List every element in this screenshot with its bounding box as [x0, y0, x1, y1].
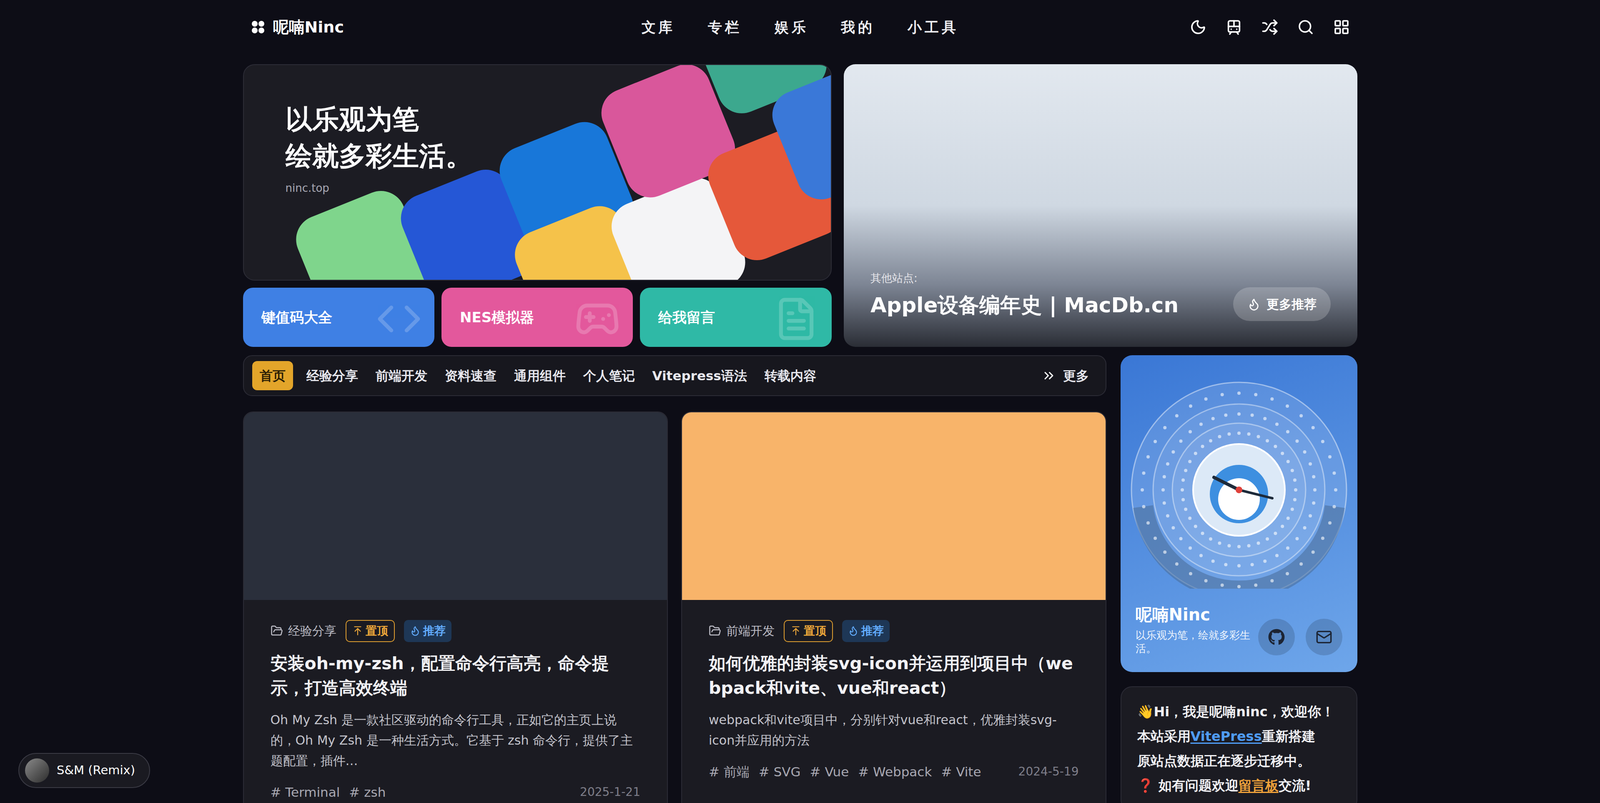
mail-button[interactable]: [1305, 618, 1343, 656]
category-tab[interactable]: 首页: [252, 361, 294, 391]
folder-icon: [270, 624, 284, 637]
post-tag[interactable]: # zsh: [348, 782, 386, 803]
featured-title: Apple设备编年史 | MacDb.cn: [870, 289, 1179, 322]
post-date: 2024-5-19: [1018, 762, 1079, 781]
quick-link-decor-icon: [376, 295, 422, 342]
post-tag[interactable]: # Vite: [940, 762, 981, 782]
post-cover: [243, 412, 668, 600]
pin-top-icon: [352, 625, 364, 637]
notice-line: 👋Hi，我是呢喃ninc，欢迎你！: [1137, 699, 1341, 725]
post-cover: [682, 412, 1106, 600]
mail-icon: [1315, 628, 1333, 646]
grid-icon[interactable]: [1333, 18, 1350, 36]
flame-icon: [409, 625, 421, 637]
flame-icon: [847, 625, 859, 637]
nav-menu-item[interactable]: 文库: [641, 16, 676, 38]
post-excerpt: webpack和vite项目中，分别针对vue和react，优雅封装svg-ic…: [708, 709, 1079, 751]
quick-link-decor-icon: [773, 295, 820, 342]
music-player[interactable]: S&M (Remix): [18, 752, 151, 788]
flame-icon: [1247, 297, 1261, 311]
notice-line: 原站点数据正在逐步迁移中。: [1137, 748, 1341, 774]
post-tag[interactable]: # SVG: [758, 762, 801, 782]
folder-icon: [708, 624, 722, 637]
moon-icon[interactable]: [1189, 18, 1207, 36]
recommended-badge: 推荐: [842, 619, 890, 643]
profile-name: 呢喃Ninc: [1135, 601, 1252, 627]
shuffle-icon[interactable]: [1261, 18, 1279, 36]
banner-site: ninc.top: [285, 180, 790, 197]
chevrons-right-icon: [1041, 368, 1057, 384]
notice-link[interactable]: 留言板: [1238, 777, 1279, 794]
recommended-badge: 推荐: [403, 619, 452, 643]
profile-motto: 以乐观为笔，绘就多彩生活。: [1135, 628, 1252, 656]
category-tab[interactable]: 个人笔记: [579, 361, 640, 391]
github-icon: [1268, 628, 1285, 646]
profile-card: 呢喃Ninc以乐观为笔，绘就多彩生活。: [1120, 355, 1358, 673]
post-tag[interactable]: # Webpack: [857, 762, 932, 782]
banner-title-line: 以乐观为笔: [285, 100, 790, 138]
notice-line: 本站采用VitePress重新搭建: [1137, 724, 1341, 749]
quick-link-button[interactable]: NES模拟器: [441, 287, 633, 347]
notice-link[interactable]: VitePress: [1190, 728, 1262, 745]
post-category[interactable]: 前端开发: [708, 621, 775, 641]
notice-line: ❓ 如有问题欢迎留言板交流!: [1137, 773, 1341, 798]
album-avatar: [25, 758, 50, 783]
post-title[interactable]: 如何优雅的封装svg-icon并运用到项目中（webpack和vite、vue和…: [708, 651, 1079, 701]
calendar-clock-icon: [1120, 355, 1358, 589]
train-icon[interactable]: [1225, 18, 1243, 36]
brand[interactable]: 呢喃Ninc: [250, 15, 617, 40]
post-card[interactable]: 经验分享置顶推荐安装oh-my-zsh，配置命令行高亮，命令提示，打造高效终端 O…: [243, 411, 669, 803]
nav-menu-item[interactable]: 娱乐: [774, 16, 809, 38]
nav-menu-item[interactable]: 我的: [840, 16, 876, 38]
category-bar: 首页经验分享前端开发资料速查通用组件个人笔记 Vitepress语法转载内容 更多: [243, 355, 1107, 397]
banner-title-line: 绘就多彩生活。: [285, 137, 790, 175]
post-date: 2025-1-21: [579, 783, 641, 801]
post-excerpt: Oh My Zsh 是一款社区驱动的命令行工具，正如它的主页上说的，Oh My …: [270, 709, 641, 771]
page: 呢喃Ninc 文库 专栏 娱乐 我的 小工具以乐观为笔绘就多彩生活。 ninc.top 键值码…: [0, 0, 1600, 803]
banner-illustration-icon: [243, 65, 831, 280]
post-card[interactable]: 前端开发置顶推荐如何优雅的封装svg-icon并运用到项目中（webpack和v…: [681, 411, 1107, 803]
post-category[interactable]: 经验分享: [270, 621, 337, 641]
track-title: S&M (Remix): [56, 761, 136, 780]
quick-link-button[interactable]: 给我留言: [639, 287, 832, 347]
pinned-badge: 置顶: [345, 619, 395, 643]
post-tag[interactable]: # Vue: [810, 762, 850, 782]
quick-link-button[interactable]: 键值码大全: [243, 287, 435, 347]
featured-card[interactable]: 其他站点: Apple设备编年史 | MacDb.cn 更多推荐: [843, 64, 1358, 347]
post-tag[interactable]: # 前端: [708, 762, 750, 782]
pinned-badge: 置顶: [783, 619, 833, 643]
clover-logo-icon: [250, 19, 266, 35]
hero-banner: 以乐观为笔绘就多彩生活。 ninc.top: [243, 64, 832, 281]
category-tab[interactable]: Vitepress语法: [648, 361, 752, 391]
more-recommend-button[interactable]: 更多推荐: [1233, 287, 1331, 322]
search-icon[interactable]: [1297, 18, 1315, 36]
category-more[interactable]: 更多: [1041, 366, 1098, 386]
nav-menu-item[interactable]: 专栏: [707, 16, 743, 38]
notice-card: 👋Hi，我是呢喃ninc，欢迎你！本站采用VitePress重新搭建原站点数据正…: [1120, 686, 1358, 803]
pin-top-icon: [790, 625, 802, 637]
category-tab[interactable]: 资料速查: [440, 361, 501, 391]
category-tab[interactable]: 前端开发: [371, 361, 432, 391]
nav-menu-item[interactable]: 小工具: [907, 16, 959, 38]
github-button[interactable]: [1258, 618, 1295, 656]
category-tab[interactable]: 通用组件: [509, 361, 570, 391]
category-tab[interactable]: 经验分享: [302, 361, 363, 391]
post-tag[interactable]: # Terminal: [270, 782, 341, 803]
category-tab[interactable]: 转载内容: [760, 361, 821, 391]
navbar: 呢喃Ninc 文库 专栏 娱乐 我的 小工具: [243, 0, 1358, 55]
featured-caption: 其他站点:: [870, 270, 1179, 287]
post-title[interactable]: 安装oh-my-zsh，配置命令行高亮，命令提示，打造高效终端: [270, 651, 641, 701]
quick-link-decor-icon: [574, 295, 621, 342]
